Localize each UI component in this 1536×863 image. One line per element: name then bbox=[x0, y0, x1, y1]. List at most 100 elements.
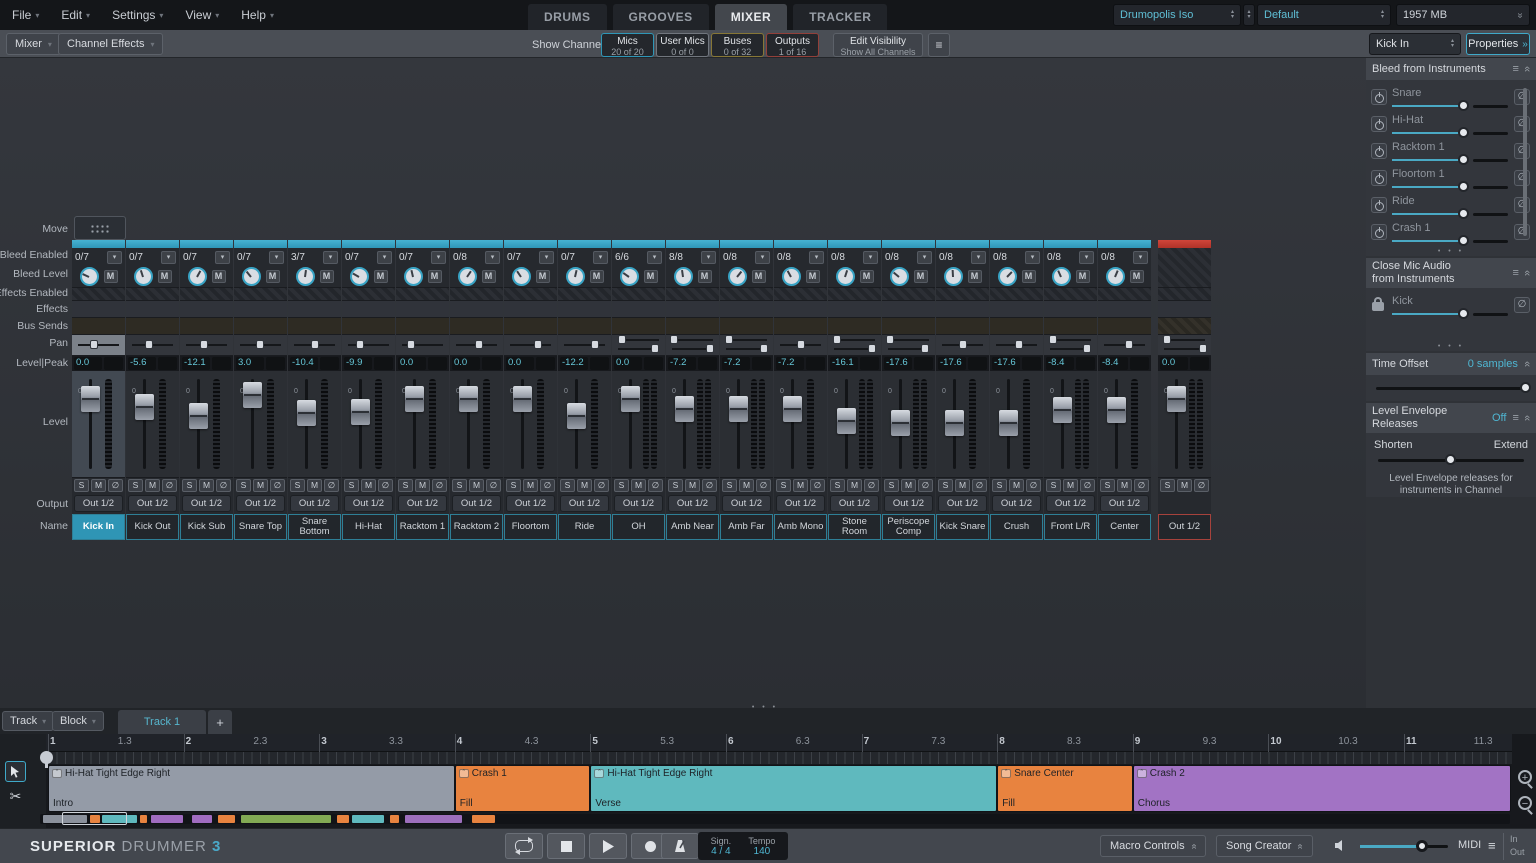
macro-controls-button[interactable]: Macro Controls « bbox=[1100, 835, 1206, 857]
slider-handle[interactable] bbox=[1458, 208, 1469, 219]
fader-cap[interactable] bbox=[351, 399, 370, 425]
bleed-dropdown-button[interactable]: ▾ bbox=[1025, 251, 1040, 264]
filter-user-mics[interactable]: User Mics0 of 0 bbox=[656, 33, 709, 57]
timeline-minimap[interactable] bbox=[40, 814, 1510, 824]
solo-button[interactable]: S bbox=[992, 479, 1007, 492]
bypass-button[interactable]: ∅ bbox=[648, 479, 663, 492]
bypass-button[interactable]: ∅ bbox=[216, 479, 231, 492]
bypass-button[interactable]: ∅ bbox=[1026, 479, 1041, 492]
timeline-ruler-ticks[interactable] bbox=[46, 752, 1512, 764]
bleed-level-slider[interactable] bbox=[1392, 209, 1508, 219]
pan-handle[interactable] bbox=[407, 340, 415, 349]
pan-handle[interactable] bbox=[1199, 344, 1207, 353]
pan-handle[interactable] bbox=[797, 340, 805, 349]
add-track-button[interactable]: + bbox=[208, 710, 232, 734]
fader-cap[interactable] bbox=[729, 396, 748, 422]
mute-button[interactable]: M bbox=[361, 479, 376, 492]
solo-button[interactable]: S bbox=[1046, 479, 1061, 492]
track-dropdown[interactable]: Track ▾ bbox=[2, 711, 54, 731]
output-button[interactable]: Out 1/2 bbox=[344, 495, 393, 512]
bypass-button[interactable]: ∅ bbox=[972, 479, 987, 492]
channel-name[interactable]: Amb Mono bbox=[774, 514, 827, 540]
filter-outputs[interactable]: Outputs1 of 16 bbox=[766, 33, 819, 57]
zoom-out-icon[interactable]: − bbox=[1518, 796, 1532, 810]
hamburger-menu-icon[interactable]: ≡ bbox=[1512, 267, 1518, 279]
bypass-button[interactable]: ∅ bbox=[918, 479, 933, 492]
bypass-icon[interactable]: ∅ bbox=[1514, 224, 1530, 240]
close-mic-header[interactable]: Close Mic Audio from Instruments ≡« bbox=[1366, 258, 1536, 288]
pan-row[interactable] bbox=[720, 335, 773, 356]
pan-row[interactable] bbox=[1044, 335, 1097, 356]
fader-area[interactable]: 0 bbox=[990, 371, 1043, 478]
bypass-button[interactable]: ∅ bbox=[1080, 479, 1095, 492]
bypass-button[interactable]: ∅ bbox=[378, 479, 393, 492]
scrollbar[interactable] bbox=[1523, 88, 1527, 236]
channel-name[interactable]: Stone Room bbox=[828, 514, 881, 540]
slider-handle[interactable] bbox=[1458, 154, 1469, 165]
fader-cap[interactable] bbox=[999, 410, 1018, 436]
solo-button[interactable]: S bbox=[560, 479, 575, 492]
fader-area[interactable]: 0 bbox=[936, 371, 989, 478]
bleed-dropdown-button[interactable]: ▾ bbox=[431, 251, 446, 264]
bypass-icon[interactable]: ∅ bbox=[1514, 116, 1530, 132]
pan-handle[interactable] bbox=[833, 335, 841, 344]
channel-name[interactable]: Racktom 2 bbox=[450, 514, 503, 540]
bypass-button[interactable]: ∅ bbox=[594, 479, 609, 492]
bleed-level-knob[interactable] bbox=[404, 267, 423, 286]
pan-handle[interactable] bbox=[591, 340, 599, 349]
fader-area[interactable]: 0 bbox=[1098, 371, 1151, 478]
bleed-mute-button[interactable]: M bbox=[914, 270, 928, 283]
bleed-dropdown-button[interactable]: ▾ bbox=[809, 251, 824, 264]
bleed-level-knob[interactable] bbox=[998, 267, 1017, 286]
bleed-mute-button[interactable]: M bbox=[104, 270, 118, 283]
time-offset-slider[interactable] bbox=[1376, 383, 1526, 393]
mute-button[interactable]: M bbox=[307, 479, 322, 492]
fader-cap[interactable] bbox=[297, 400, 316, 426]
mute-button[interactable]: M bbox=[523, 479, 538, 492]
volume-slider[interactable] bbox=[1360, 845, 1448, 848]
pan-row[interactable] bbox=[882, 335, 935, 356]
mute-button[interactable]: M bbox=[847, 479, 862, 492]
solo-button[interactable]: S bbox=[290, 479, 305, 492]
bleed-level-slider[interactable] bbox=[1392, 236, 1508, 246]
bleed-level-knob[interactable] bbox=[566, 267, 585, 286]
memory-indicator[interactable]: 1957 MB « bbox=[1396, 4, 1530, 26]
mute-button[interactable]: M bbox=[739, 479, 754, 492]
pan-handle[interactable] bbox=[1083, 344, 1091, 353]
playhead-marker[interactable] bbox=[40, 751, 53, 764]
bleed-dropdown-button[interactable]: ▾ bbox=[647, 251, 662, 264]
channel-effects-dropdown[interactable]: Channel Effects ▾ bbox=[58, 33, 163, 55]
output-button[interactable]: Out 1/2 bbox=[722, 495, 771, 512]
slider-handle[interactable] bbox=[1458, 308, 1469, 319]
fader-cap[interactable] bbox=[945, 410, 964, 436]
solo-button[interactable]: S bbox=[182, 479, 197, 492]
channel-name[interactable]: Floortom bbox=[504, 514, 557, 540]
time-offset-value[interactable]: 0 samples bbox=[1468, 358, 1518, 370]
pan-handle[interactable] bbox=[90, 340, 98, 349]
bleed-dropdown-button[interactable]: ▾ bbox=[485, 251, 500, 264]
panel-resize-handle[interactable]: • • • bbox=[720, 704, 810, 712]
fader-area[interactable]: 0 bbox=[126, 371, 179, 478]
mute-button[interactable]: M bbox=[901, 479, 916, 492]
menu-help[interactable]: Help▾ bbox=[241, 8, 274, 22]
collapse-icon[interactable]: ˆ bbox=[1001, 769, 1011, 778]
metronome-button[interactable] bbox=[661, 833, 699, 859]
song-block-verse[interactable]: ˆHi-Hat Tight Edge RightVerse bbox=[590, 765, 997, 812]
pan-row[interactable] bbox=[828, 335, 881, 356]
fader-area[interactable]: 0 bbox=[288, 371, 341, 478]
solo-button[interactable]: S bbox=[74, 479, 89, 492]
bypass-button[interactable]: ∅ bbox=[162, 479, 177, 492]
bleed-mute-button[interactable]: M bbox=[374, 270, 388, 283]
collapse-icon[interactable]: ˆ bbox=[1137, 769, 1147, 778]
hamburger-menu-icon[interactable]: ≡ bbox=[1512, 412, 1518, 424]
power-icon[interactable] bbox=[1371, 116, 1387, 132]
output-button[interactable]: Out 1/2 bbox=[182, 495, 231, 512]
time-offset-header[interactable]: Time Offset 0 samples « bbox=[1366, 353, 1536, 375]
channel-name[interactable]: Snare Bottom bbox=[288, 514, 341, 540]
solo-button[interactable]: S bbox=[344, 479, 359, 492]
channel-name[interactable]: Out 1/2 bbox=[1158, 514, 1211, 540]
channel-name[interactable]: Kick Snare bbox=[936, 514, 989, 540]
mute-button[interactable]: M bbox=[199, 479, 214, 492]
bypass-button[interactable]: ∅ bbox=[702, 479, 717, 492]
pan-row[interactable] bbox=[180, 335, 233, 356]
